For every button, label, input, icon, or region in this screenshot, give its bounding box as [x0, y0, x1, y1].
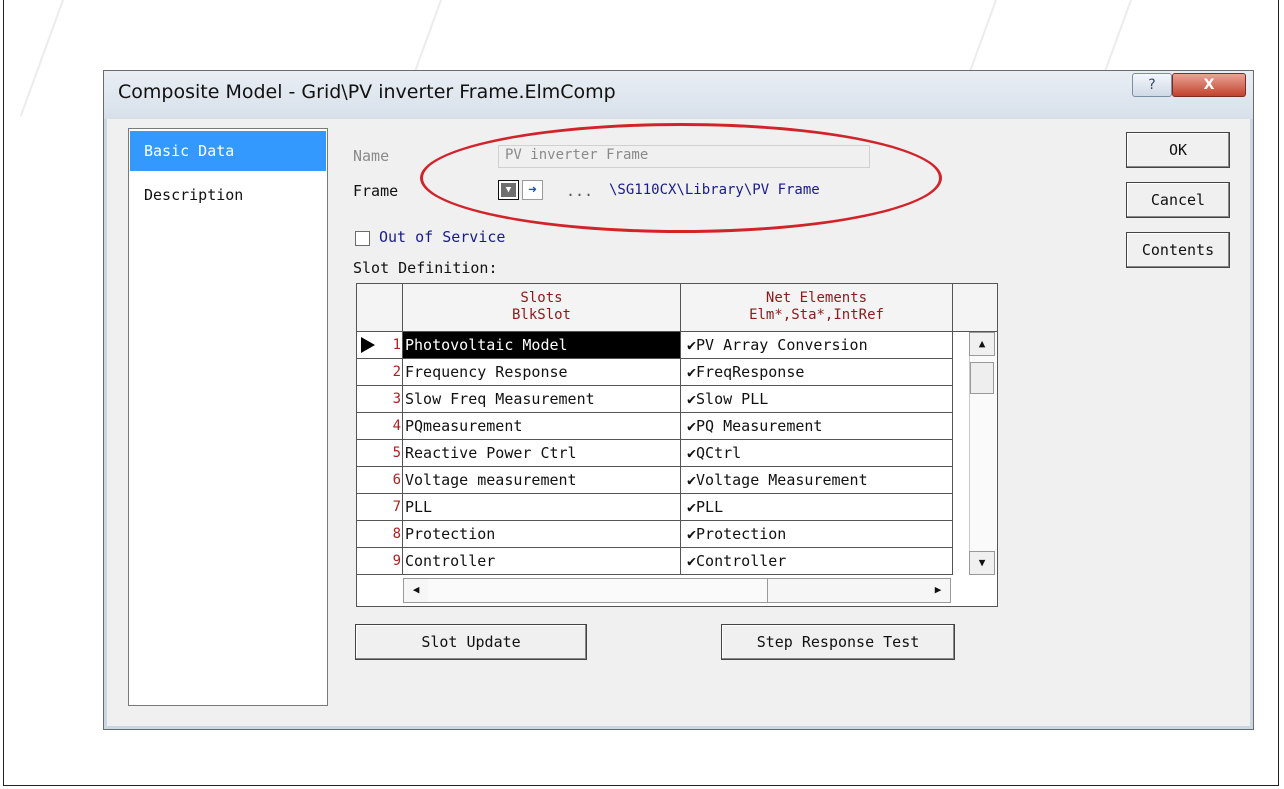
slot-cell[interactable]: Slow Freq Measurement: [403, 386, 681, 413]
triangle-down-icon: ▼: [978, 556, 986, 569]
column-header-filler: [953, 284, 997, 332]
out-of-service-checkbox[interactable]: [355, 231, 370, 246]
column-header-net-line2: Elm*,Sta*,IntRef: [749, 307, 884, 323]
row-index[interactable]: 5: [357, 440, 403, 467]
help-icon: ?: [1148, 77, 1156, 93]
net-element-cell[interactable]: ✔Voltage Measurement: [681, 467, 953, 494]
horizontal-scroll-thumb[interactable]: [428, 579, 768, 602]
table-row[interactable]: 3 Slow Freq Measurement ✔Slow PLL: [357, 386, 997, 413]
step-response-test-button[interactable]: Step Response Test: [721, 624, 955, 660]
window-title: Composite Model - Grid\PV inverter Frame…: [118, 81, 616, 103]
vertical-scrollbar[interactable]: ▲ ▼: [953, 332, 997, 575]
name-label: Name: [353, 147, 390, 165]
triangle-right-icon: ▶: [934, 583, 942, 596]
scroll-right-button[interactable]: ▶: [926, 579, 950, 602]
row-index[interactable]: 8: [357, 521, 403, 548]
column-header-slots-line2: BlkSlot: [511, 307, 571, 323]
slot-cell[interactable]: Reactive Power Ctrl: [403, 440, 681, 467]
close-icon: X: [1203, 77, 1215, 93]
column-header-slots[interactable]: Slots BlkSlot: [403, 284, 681, 332]
row-index[interactable]: 7: [357, 494, 403, 521]
slot-cell[interactable]: Frequency Response: [403, 359, 681, 386]
slot-definition-label: Slot Definition:: [353, 259, 498, 277]
net-element-cell[interactable]: ✔Slow PLL: [681, 386, 953, 413]
table-row[interactable]: 6 Voltage measurement ✔Voltage Measurement: [357, 467, 997, 494]
net-element-cell[interactable]: ✔QCtrl: [681, 440, 953, 467]
table-row[interactable]: 1 Photovoltaic Model ✔PV Array Conversion: [357, 332, 997, 359]
net-element-cell[interactable]: ✔PQ Measurement: [681, 413, 953, 440]
column-header-net-elements[interactable]: Net Elements Elm*,Sta*,IntRef: [681, 284, 953, 332]
net-element-cell[interactable]: ✔PV Array Conversion: [681, 332, 953, 359]
row-index[interactable]: 3: [357, 386, 403, 413]
scroll-left-button[interactable]: ◀: [404, 579, 428, 602]
row-index[interactable]: 2: [357, 359, 403, 386]
contents-button[interactable]: Contents: [1126, 232, 1230, 268]
slot-cell[interactable]: Voltage measurement: [403, 467, 681, 494]
row-index[interactable]: 9: [357, 548, 403, 575]
horizontal-scrollbar[interactable]: ◀ ▶: [403, 578, 951, 603]
help-button[interactable]: ?: [1132, 73, 1172, 97]
slot-cell[interactable]: Protection: [403, 521, 681, 548]
close-button[interactable]: X: [1172, 73, 1246, 97]
frame-label: Frame: [353, 182, 399, 200]
table-row[interactable]: 9 Controller ✔Controller: [357, 548, 997, 575]
row-index[interactable]: 6: [357, 467, 403, 494]
vertical-scroll-thumb[interactable]: [970, 362, 994, 394]
triangle-left-icon: ◀: [412, 583, 420, 596]
column-header-slots-line1: Slots: [520, 290, 563, 306]
cancel-button[interactable]: Cancel: [1126, 182, 1230, 218]
slot-cell[interactable]: Controller: [403, 548, 681, 575]
row-index[interactable]: 4: [357, 413, 403, 440]
table-row[interactable]: 2 Frequency Response ✔FreqResponse: [357, 359, 997, 386]
net-element-cell[interactable]: ✔Controller: [681, 548, 953, 575]
page-navigation: Basic Data Description: [128, 128, 328, 706]
slot-cell[interactable]: PLL: [403, 494, 681, 521]
out-of-service-label[interactable]: Out of Service: [379, 228, 505, 246]
nav-item-basic-data[interactable]: Basic Data: [130, 131, 326, 171]
composite-model-dialog: Composite Model - Grid\PV inverter Frame…: [103, 70, 1254, 730]
net-element-cell[interactable]: ✔PLL: [681, 494, 953, 521]
slot-cell[interactable]: PQmeasurement: [403, 413, 681, 440]
net-element-cell[interactable]: ✔Protection: [681, 521, 953, 548]
current-row-marker-icon: [361, 337, 375, 353]
slot-definition-table: Slots BlkSlot Net Elements Elm*,Sta*,Int…: [356, 283, 998, 607]
annotation-ellipse: [420, 123, 942, 233]
scroll-down-button[interactable]: ▼: [969, 551, 995, 575]
nav-item-description[interactable]: Description: [130, 175, 326, 215]
scroll-up-button[interactable]: ▲: [969, 332, 995, 356]
triangle-up-icon: ▲: [978, 337, 986, 350]
column-header-net-line1: Net Elements: [765, 290, 868, 306]
table-row[interactable]: 5 Reactive Power Ctrl ✔QCtrl: [357, 440, 997, 467]
title-bar[interactable]: Composite Model - Grid\PV inverter Frame…: [104, 71, 1253, 119]
table-row[interactable]: 4 PQmeasurement ✔PQ Measurement: [357, 413, 997, 440]
slot-cell[interactable]: Photovoltaic Model: [403, 332, 681, 359]
row-header-corner: [357, 284, 403, 332]
slot-update-button[interactable]: Slot Update: [355, 624, 587, 660]
table-row[interactable]: 8 Protection ✔Protection: [357, 521, 997, 548]
net-element-cell[interactable]: ✔FreqResponse: [681, 359, 953, 386]
table-row[interactable]: 7 PLL ✔PLL: [357, 494, 997, 521]
ok-button[interactable]: OK: [1126, 132, 1230, 168]
